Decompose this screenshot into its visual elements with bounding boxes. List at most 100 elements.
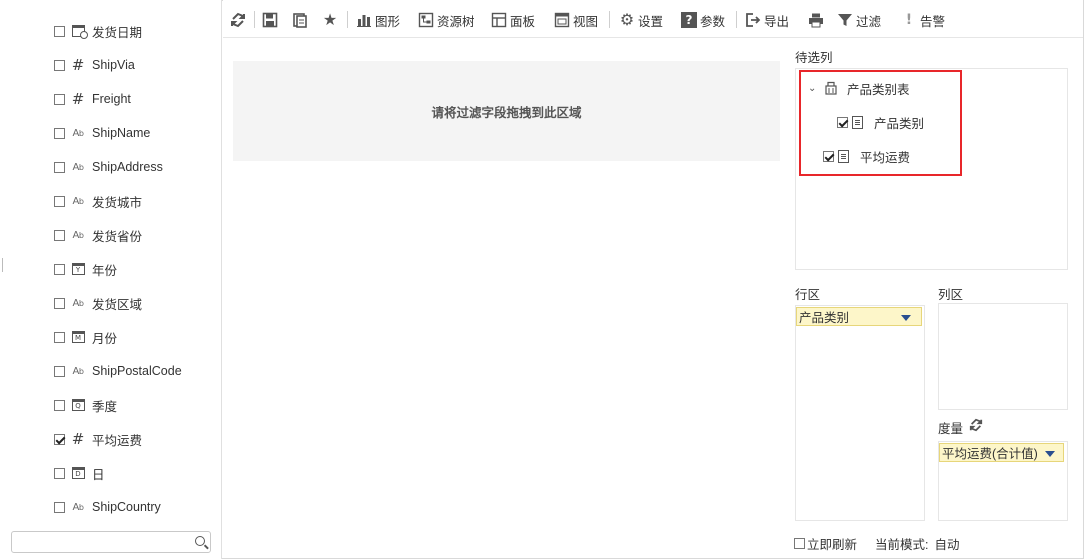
field-list-item[interactable]: 发货日期 <box>54 21 142 41</box>
refresh-now-label: 立即刷新 <box>807 538 858 552</box>
measure-field-pill[interactable]: 平均运费(合计值) <box>939 443 1064 462</box>
field-list-item[interactable]: Ab ShipAddress <box>54 157 163 177</box>
settings-button[interactable]: ⚙ 设置 <box>619 10 663 30</box>
tree-child-checkbox[interactable] <box>837 116 848 128</box>
row-field-label: 产品类别 <box>799 311 850 325</box>
field-label: 年份 <box>92 263 118 278</box>
field-list-item[interactable]: D日 <box>54 463 105 483</box>
field-checkbox[interactable] <box>54 25 65 37</box>
column-zone-box[interactable] <box>938 303 1068 410</box>
field-checkbox[interactable] <box>54 467 65 479</box>
toolbar-separator <box>736 11 737 28</box>
field-checkbox[interactable] <box>54 93 65 105</box>
number-icon: # <box>71 90 85 108</box>
field-checkbox[interactable] <box>54 229 65 241</box>
star-icon: ★ <box>322 10 338 29</box>
month-icon: M <box>67 329 89 345</box>
save-as-button[interactable] <box>292 10 308 30</box>
measure-field-label: 平均运费(合计值) <box>942 447 1038 461</box>
field-list-item[interactable]: Ab ShipName <box>54 123 150 143</box>
chart-button[interactable]: 图形 <box>356 10 400 30</box>
field-checkbox[interactable] <box>54 399 65 411</box>
favorite-button[interactable]: ★ <box>322 10 338 30</box>
field-search-box[interactable] <box>11 531 211 553</box>
refresh-button[interactable] <box>230 10 246 30</box>
field-label: 发货省份 <box>92 229 143 244</box>
field-checkbox[interactable] <box>54 161 65 173</box>
field-label: ShipName <box>92 126 151 140</box>
tree-item-checkbox[interactable] <box>823 150 834 162</box>
field-list-item[interactable]: # Freight <box>54 89 131 109</box>
exclamation-icon: ! <box>905 12 913 28</box>
field-checkbox[interactable] <box>54 331 65 343</box>
field-list-item[interactable]: Q 季度 <box>54 395 117 415</box>
field-checkbox[interactable] <box>54 501 65 513</box>
tree-node-child[interactable]: 产品类别 <box>837 113 924 131</box>
resource-tree-button[interactable]: 资源树 <box>418 10 475 30</box>
refresh-now-checkbox[interactable] <box>794 538 805 549</box>
field-list-item[interactable]: Ab ShipPostalCode <box>54 361 182 381</box>
refresh-now-toggle[interactable]: 立即刷新 <box>794 534 857 553</box>
text-icon: Ab <box>72 127 84 139</box>
save-button[interactable] <box>262 10 278 30</box>
dropdown-caret-icon[interactable] <box>1045 451 1055 457</box>
filter-button[interactable]: 过滤 <box>837 10 881 30</box>
export-icon <box>746 13 761 27</box>
chevron-down-icon[interactable]: ⌄ <box>808 83 818 94</box>
field-label: 平均运费 <box>92 433 143 448</box>
field-checkbox[interactable] <box>54 263 65 275</box>
field-list-item[interactable]: M 月份 <box>54 327 117 347</box>
settings-label: 设置 <box>638 14 664 29</box>
date-icon <box>67 23 89 39</box>
params-button[interactable]: ? 参数 <box>681 10 725 30</box>
field-list-item[interactable]: # ShipVia <box>54 55 135 75</box>
year-icon: Y <box>67 261 89 277</box>
toolbar: ★ 图形 资源树 面板 视图 ⚙ 设置 ? 参数 导出 过滤 ! 告警 <box>223 0 1083 38</box>
field-checkbox[interactable] <box>54 433 65 445</box>
filter-drop-zone[interactable]: 请将过滤字段拖拽到此区域 <box>233 61 780 161</box>
row-field-pill[interactable]: 产品类别 <box>796 307 922 326</box>
field-label: ShipVia <box>92 58 135 72</box>
field-list-item[interactable]: Ab ShipCountry <box>54 497 161 517</box>
field-list-item[interactable]: Y 年份 <box>54 259 117 279</box>
field-list-item[interactable]: Ab 发货区域 <box>54 293 142 313</box>
filter-drop-hint: 请将过滤字段拖拽到此区域 <box>431 105 582 120</box>
field-label: ShipPostalCode <box>92 364 182 378</box>
field-checkbox[interactable] <box>54 127 65 139</box>
field-label: 季度 <box>92 399 118 414</box>
params-label: 参数 <box>700 14 726 29</box>
text-icon: Ab <box>72 229 84 241</box>
printer-icon <box>809 13 823 28</box>
field-checkbox[interactable] <box>54 365 65 377</box>
field-search-input[interactable] <box>16 532 186 552</box>
mode-label: 当前模式: <box>875 538 929 552</box>
day-icon: D <box>67 465 89 481</box>
splitter-handle[interactable] <box>2 258 3 272</box>
alert-button[interactable]: ! 告警 <box>901 10 945 30</box>
gear-icon: ⚙ <box>619 10 635 29</box>
field-list-item[interactable]: Ab 发货城市 <box>54 191 142 211</box>
text-icon: Ab <box>72 297 84 309</box>
tree-node-item[interactable]: 平均运费 <box>823 147 910 165</box>
field-label: 发货日期 <box>92 25 143 40</box>
field-checkbox[interactable] <box>54 59 65 71</box>
tree-node-group[interactable]: ⌄ 产品类别表 <box>808 79 910 97</box>
field-list-panel: 发货日期 # ShipVia # Freight Ab ShipName Ab ShipAddr… <box>0 0 222 559</box>
panel-button[interactable]: 面板 <box>491 10 535 30</box>
toolbar-separator <box>347 11 348 28</box>
field-checkbox[interactable] <box>54 297 65 309</box>
search-icon[interactable] <box>195 536 205 546</box>
resource-tree-label: 资源树 <box>437 14 475 29</box>
measure-refresh-icon[interactable] <box>969 418 983 432</box>
save-icon <box>262 12 278 28</box>
dropdown-caret-icon[interactable] <box>901 315 911 321</box>
field-label: ShipCountry <box>92 500 161 514</box>
text-icon: Ab <box>72 501 84 513</box>
view-button[interactable]: 视图 <box>554 10 598 30</box>
print-button[interactable] <box>808 10 824 30</box>
field-checkbox[interactable] <box>54 195 65 207</box>
row-zone-box[interactable] <box>795 305 925 521</box>
field-list-item[interactable]: Ab 发货省份 <box>54 225 142 245</box>
export-button[interactable]: 导出 <box>745 10 789 30</box>
field-list-item[interactable]: # 平均运费 <box>54 429 142 449</box>
